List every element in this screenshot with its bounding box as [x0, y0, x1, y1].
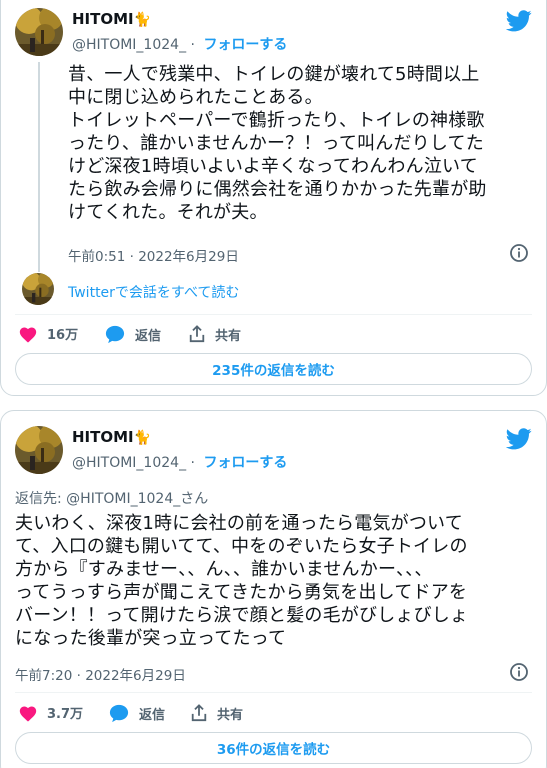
author-handle[interactable]: @HITOMI_1024_ — [72, 455, 186, 471]
author-handle[interactable]: @HITOMI_1024_ — [72, 37, 186, 53]
divider — [15, 692, 532, 693]
heart-icon — [19, 326, 37, 343]
avatar-image — [22, 273, 54, 305]
author-name-text: HITOMI — [72, 10, 134, 28]
share-icon — [189, 325, 205, 343]
follow-button[interactable]: フォローする — [203, 455, 287, 471]
share-button[interactable]: 共有 — [188, 324, 241, 344]
author-name[interactable]: HITOMI🐈 — [72, 428, 151, 446]
tweet-text: 夫いわく、深夜1時に会社の前を通ったら電気がついて て、入口の鍵も開いてて、中を… — [15, 513, 469, 649]
author-name[interactable]: HITOMI🐈 — [72, 10, 151, 28]
read-replies-label: 36件の返信を読む — [216, 742, 331, 758]
share-icon — [191, 704, 207, 722]
like-count: 16万 — [47, 328, 79, 343]
separator-dot: · — [190, 455, 195, 471]
avatar[interactable] — [15, 426, 63, 474]
reply-button[interactable]: 返信 — [104, 324, 161, 344]
twitter-bird-icon[interactable] — [506, 428, 532, 450]
info-icon[interactable] — [509, 662, 529, 682]
card-gap — [0, 396, 547, 410]
info-icon[interactable] — [509, 243, 529, 263]
divider — [15, 314, 532, 315]
separator-dot: · — [190, 37, 195, 53]
timestamp[interactable]: 午前7:20 · 2022年6月29日 — [15, 664, 186, 684]
reply-to-label[interactable]: 返信先: @HITOMI_1024_さん — [15, 488, 208, 508]
read-conversation-link[interactable]: Twitterで会話をすべて読む — [68, 282, 239, 302]
twitter-bird-icon[interactable] — [506, 10, 532, 32]
avatar[interactable] — [15, 8, 63, 56]
like-button[interactable]: 16万 — [18, 324, 78, 343]
reply-label: 返信 — [135, 328, 162, 344]
handle-line: @HITOMI_1024_ · フォローする — [72, 34, 287, 54]
share-button[interactable]: 共有 — [190, 703, 243, 723]
read-replies-label: 235件の返信を読む — [212, 363, 335, 379]
convo-avatar[interactable] — [22, 273, 54, 305]
follow-button[interactable]: フォローする — [203, 37, 287, 53]
share-label: 共有 — [217, 707, 244, 723]
read-replies-button[interactable]: 36件の返信を読む — [15, 732, 532, 764]
cat-emoji-icon: 🐈 — [133, 12, 152, 28]
heart-icon — [19, 705, 37, 722]
thread-line — [38, 62, 40, 272]
reply-bubble-icon — [105, 325, 125, 344]
reply-label: 返信 — [139, 707, 166, 723]
like-button[interactable]: 3.7万 — [18, 703, 83, 722]
handle-line: @HITOMI_1024_ · フォローする — [72, 452, 287, 472]
read-replies-button[interactable]: 235件の返信を読む — [15, 353, 532, 385]
cat-emoji-icon: 🐈 — [133, 430, 152, 446]
author-name-text: HITOMI — [72, 428, 134, 446]
tweet-text: 昔、一人で残業中、トイレの鍵が壊れて5時間以上 中に閉じ込められたことある。 ト… — [68, 64, 487, 223]
reply-bubble-icon — [109, 704, 129, 723]
like-count: 3.7万 — [47, 707, 84, 722]
avatar-image — [15, 8, 63, 56]
avatar-image — [15, 426, 63, 474]
timestamp[interactable]: 午前0:51 · 2022年6月29日 — [68, 245, 239, 265]
share-label: 共有 — [215, 328, 242, 344]
reply-button[interactable]: 返信 — [108, 703, 165, 723]
